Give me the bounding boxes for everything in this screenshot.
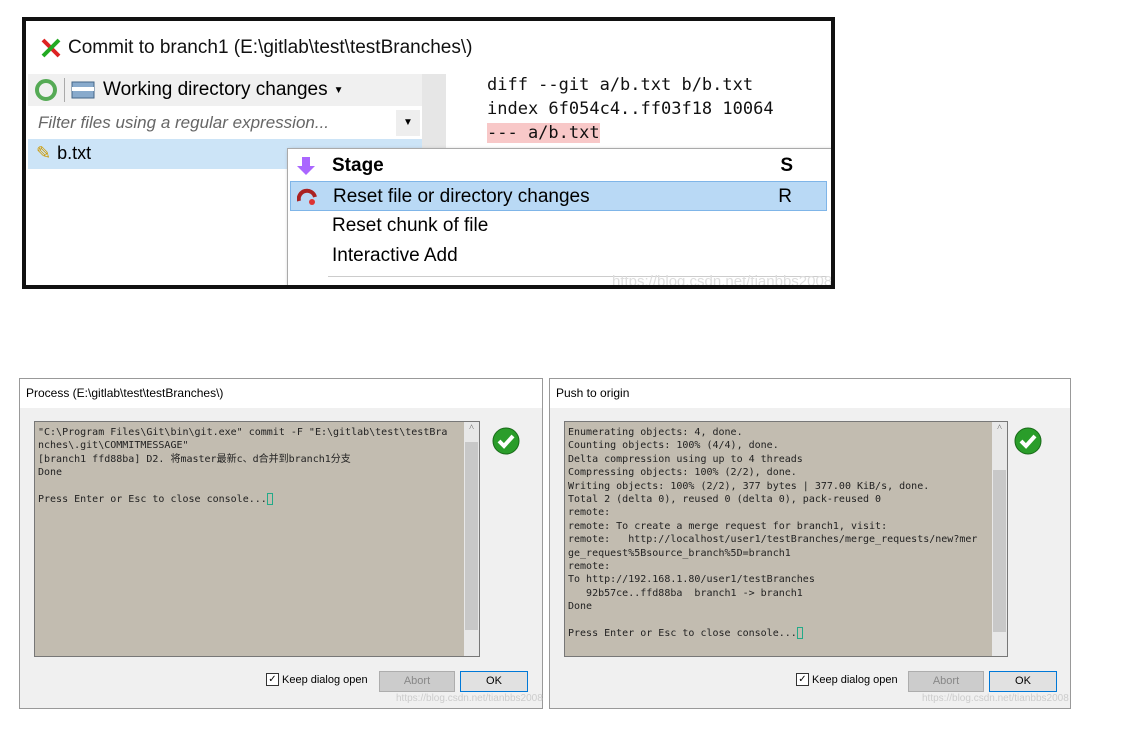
ok-button[interactable]: OK (460, 671, 528, 692)
abort-button[interactable]: Abort (908, 671, 984, 692)
working-directory-icon (71, 81, 95, 99)
text-cursor (266, 493, 273, 506)
refresh-icon[interactable] (34, 78, 58, 102)
push-dialog: Push to origin Enumerating objects: 4, d… (549, 378, 1071, 709)
menu-item-interactive-add[interactable]: Interactive Add (290, 241, 827, 271)
process-console[interactable]: "C:\Program Files\Git\bin\git.exe" commi… (34, 421, 480, 657)
ok-button[interactable]: OK (989, 671, 1057, 692)
git-extensions-icon (41, 38, 61, 58)
success-check-icon (1014, 427, 1042, 455)
keep-dialog-open-checkbox[interactable]: ✓ Keep dialog open (796, 673, 898, 686)
menu-item-stage[interactable]: Stage S (290, 151, 827, 181)
working-directory-dropdown[interactable]: Working directory changes (103, 79, 328, 101)
context-menu: Stage S Reset file or directory changes R … (287, 148, 831, 285)
commit-window-screenshot: Commit to branch1 (E:\gitlab\test\testBr… (22, 17, 835, 289)
watermark: https://blog.csdn.net/tianbbs2008 (922, 693, 1069, 704)
push-console[interactable]: Enumerating objects: 4, done. Counting o… (564, 421, 1008, 657)
chevron-down-icon[interactable]: ▼ (334, 85, 344, 96)
checkbox-checked-icon: ✓ (266, 673, 279, 686)
reset-icon (297, 188, 317, 205)
filter-input[interactable]: Filter files using a regular expression.… (28, 108, 422, 138)
process-dialog: Process (E:\gitlab\test\testBranches\) "… (19, 378, 543, 709)
watermark: https://blog.csdn.net/tianbbs2008 (396, 693, 543, 704)
arrow-down-icon (297, 157, 315, 175)
pencil-icon: ✎ (36, 143, 52, 163)
menu-item-reset-chunk[interactable]: Reset chunk of file (290, 211, 827, 241)
success-check-icon (492, 427, 520, 455)
checkbox-checked-icon: ✓ (796, 673, 809, 686)
diff-line: index 6f054c4..ff03f18 10064 (487, 99, 774, 119)
toolbar: Working directory changes ▼ (28, 74, 422, 106)
filter-dropdown-icon[interactable]: ▼ (396, 110, 420, 136)
watermark: https://blog.csdn.net/tianbbs2008 (612, 273, 833, 289)
push-dialog-title: Push to origin (550, 379, 1070, 408)
keep-dialog-open-checkbox[interactable]: ✓ Keep dialog open (266, 673, 368, 686)
abort-button[interactable]: Abort (379, 671, 455, 692)
menu-item-reset-file[interactable]: Reset file or directory changes R (290, 181, 827, 211)
commit-window-title: Commit to branch1 (E:\gitlab\test\testBr… (40, 37, 472, 59)
process-dialog-title: Process (E:\gitlab\test\testBranches\) (20, 379, 542, 408)
diff-line-removed: --- a/b.txt (487, 123, 600, 143)
console-scrollbar[interactable]: ˄ (464, 422, 479, 656)
console-scrollbar[interactable]: ˄ (992, 422, 1007, 656)
text-cursor (796, 627, 803, 640)
diff-line: diff --git a/b.txt b/b.txt (487, 75, 754, 95)
toolbar-divider (64, 78, 65, 102)
